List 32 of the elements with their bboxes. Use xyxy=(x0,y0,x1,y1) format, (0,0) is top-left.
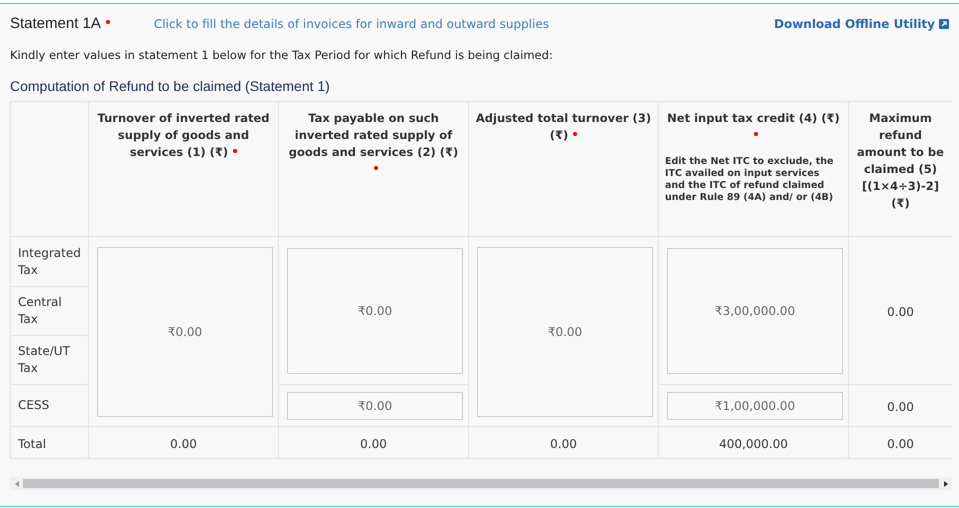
total-value: 0.00 xyxy=(887,436,914,451)
refund-amount: 0.00 xyxy=(887,304,914,319)
amount-field[interactable]: ₹0.00 xyxy=(97,246,273,417)
row-label: Total xyxy=(18,436,46,451)
refund-amount: 0.00 xyxy=(887,400,914,414)
fill-details-link[interactable]: Click to fill the details of invoices for inward and outward supplies xyxy=(154,15,549,33)
column-note: Edit the Net ITC to exclude, the ITC availed on input services and the ITC of refund claimed under Rule 89 (4A) and/ or (4B) xyxy=(665,156,834,204)
amount-field[interactable]: ₹0.00 xyxy=(287,248,463,374)
amount-field[interactable]: ₹0.00 xyxy=(287,392,463,420)
horizontal-scrollbar[interactable] xyxy=(10,477,952,490)
row-label: Central Tax xyxy=(18,294,63,328)
total-value: 400,000.00 xyxy=(719,436,788,451)
external-link-icon xyxy=(939,19,949,29)
column-header: Adjusted total turnover (3) (₹) xyxy=(475,110,652,144)
statement-title: Statement 1A xyxy=(10,14,101,34)
row-label: CESS xyxy=(18,397,50,414)
amount-field[interactable]: ₹1,00,000.00 xyxy=(667,392,843,420)
column-header: Net input tax credit (4) (₹) xyxy=(665,110,842,144)
amount-field[interactable]: ₹3,00,000.00 xyxy=(667,248,843,374)
total-value: 0.00 xyxy=(550,436,577,451)
column-header: Maximum refund amount to be claimed (5) [(1×4÷3)-2] (₹) xyxy=(856,110,945,212)
row-label: State/UT Tax xyxy=(18,343,71,378)
amount-field[interactable]: ₹0.00 xyxy=(477,246,653,417)
total-value: 0.00 xyxy=(170,436,197,451)
column-header: Turnover of inverted rated supply of goods and services (1) (₹) xyxy=(96,110,270,162)
total-value: 0.00 xyxy=(360,436,387,451)
column-header: Tax payable on such inverted rated supply of goods and services (2) (₹) xyxy=(285,110,462,178)
row-label: Integrated Tax xyxy=(18,244,81,279)
instruction-text: Kindly enter values in statement 1 below for the Tax Period for which Refund is being claimed: xyxy=(9,47,554,64)
scrollbar-thumb[interactable] xyxy=(23,479,939,488)
download-link[interactable]: Download Offline Utility xyxy=(774,15,949,33)
section-title: Computation of Refund to be claimed (Statement 1) xyxy=(9,77,331,96)
